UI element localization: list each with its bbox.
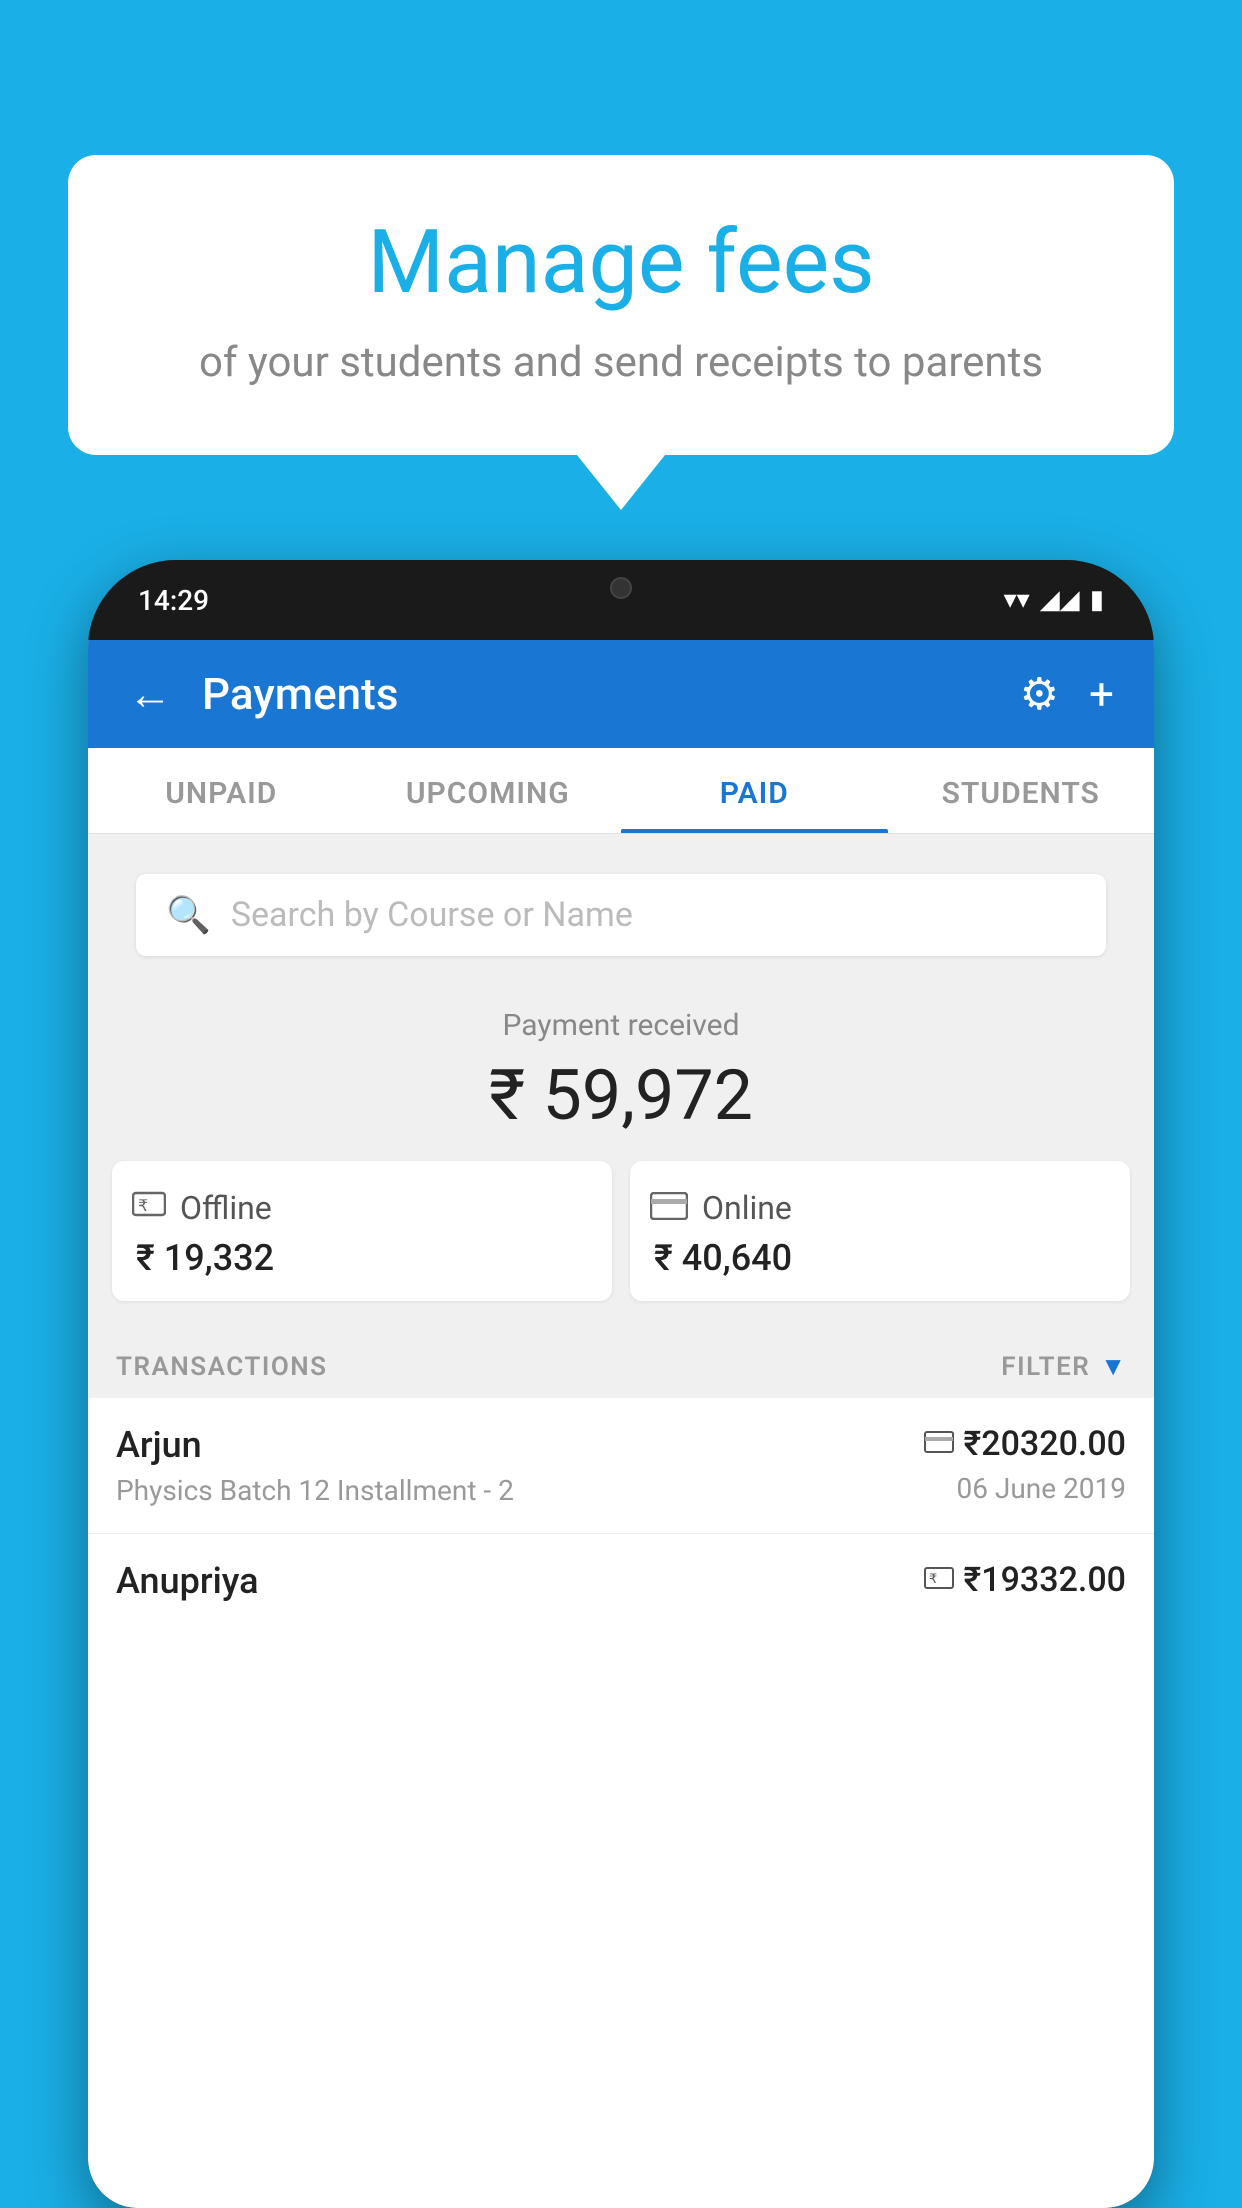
transaction-left: Arjun Physics Batch 12 Installment - 2 (116, 1424, 514, 1507)
search-icon: 🔍 (166, 894, 211, 936)
transactions-label: TRANSACTIONS (116, 1352, 328, 1382)
back-button[interactable]: ← (128, 668, 172, 720)
transaction-left: Anupriya (116, 1560, 259, 1610)
svg-text:₹: ₹ (929, 1571, 937, 1586)
camera-dot (610, 577, 632, 599)
phone-frame: 14:29 ▾▾ ◢◢ ▮ ← Payments ⚙ + UNPAID UPCO… (88, 560, 1154, 2208)
status-icons: ▾▾ ◢◢ ▮ (1004, 585, 1104, 615)
battery-icon: ▮ (1090, 585, 1104, 615)
transaction-amount: ₹20320.00 (964, 1424, 1126, 1464)
transaction-name: Arjun (116, 1424, 514, 1466)
gear-icon[interactable]: ⚙ (1020, 668, 1059, 720)
speech-bubble-container: Manage fees of your students and send re… (68, 155, 1174, 510)
app-header: ← Payments ⚙ + (88, 640, 1154, 748)
payment-summary: Payment received ₹ 59,972 ₹ Offline (88, 978, 1154, 1325)
filter-icon: ▼ (1100, 1351, 1126, 1382)
add-icon[interactable]: + (1089, 668, 1114, 720)
online-payment-card: Online ₹ 40,640 (630, 1161, 1130, 1301)
speech-bubble-subtitle: of your students and send receipts to pa… (148, 336, 1094, 391)
transaction-name: Anupriya (116, 1560, 259, 1602)
header-icons: ⚙ + (1020, 668, 1114, 720)
payment-type-icon (924, 1431, 954, 1457)
signal-icon: ◢◢ (1040, 585, 1080, 615)
filter-label: FILTER (1001, 1352, 1090, 1382)
tabs-bar: UNPAID UPCOMING PAID STUDENTS (88, 748, 1154, 834)
speech-bubble-pointer (577, 455, 665, 510)
tab-upcoming[interactable]: UPCOMING (355, 748, 622, 833)
transactions-header: TRANSACTIONS FILTER ▼ (88, 1325, 1154, 1398)
wifi-icon: ▾▾ (1004, 585, 1030, 615)
filter-button[interactable]: FILTER ▼ (1001, 1351, 1126, 1382)
transaction-right: ₹20320.00 06 June 2019 (924, 1424, 1126, 1505)
payment-type-icon: ₹ (924, 1567, 954, 1593)
offline-payment-card: ₹ Offline ₹ 19,332 (112, 1161, 612, 1301)
transaction-amount: ₹19332.00 (964, 1560, 1126, 1600)
phone-notch (531, 560, 711, 615)
search-bar[interactable]: 🔍 Search by Course or Name (136, 874, 1106, 956)
tab-paid[interactable]: PAID (621, 748, 888, 833)
table-row[interactable]: Arjun Physics Batch 12 Installment - 2 ₹… (88, 1398, 1154, 1534)
transaction-right: ₹ ₹19332.00 (924, 1560, 1126, 1608)
status-bar: 14:29 ▾▾ ◢◢ ▮ (88, 560, 1154, 640)
search-input[interactable]: Search by Course or Name (231, 895, 633, 935)
tab-unpaid[interactable]: UNPAID (88, 748, 355, 833)
offline-icon: ₹ (132, 1189, 166, 1227)
payment-received-label: Payment received (112, 1008, 1130, 1043)
payment-amount: ₹ 59,972 (112, 1055, 1130, 1137)
svg-text:₹: ₹ (138, 1198, 148, 1215)
status-time: 14:29 (138, 584, 209, 617)
phone-screen: ← Payments ⚙ + UNPAID UPCOMING PAID STUD… (88, 640, 1154, 2208)
speech-bubble-title: Manage fees (148, 215, 1094, 312)
payment-cards: ₹ Offline ₹ 19,332 (112, 1161, 1130, 1301)
table-row[interactable]: Anupriya ₹ ₹19332.00 (88, 1534, 1154, 1620)
transaction-course: Physics Batch 12 Installment - 2 (116, 1474, 514, 1507)
online-amount: ₹ 40,640 (650, 1237, 792, 1279)
transaction-list: Arjun Physics Batch 12 Installment - 2 ₹… (88, 1398, 1154, 2208)
speech-bubble: Manage fees of your students and send re… (68, 155, 1174, 455)
transaction-date: 06 June 2019 (924, 1472, 1126, 1505)
tab-students[interactable]: STUDENTS (888, 748, 1155, 833)
offline-amount: ₹ 19,332 (132, 1237, 274, 1279)
page-title: Payments (202, 668, 990, 720)
online-icon (650, 1192, 688, 1224)
offline-label: Offline (180, 1189, 272, 1227)
online-label: Online (702, 1189, 792, 1227)
